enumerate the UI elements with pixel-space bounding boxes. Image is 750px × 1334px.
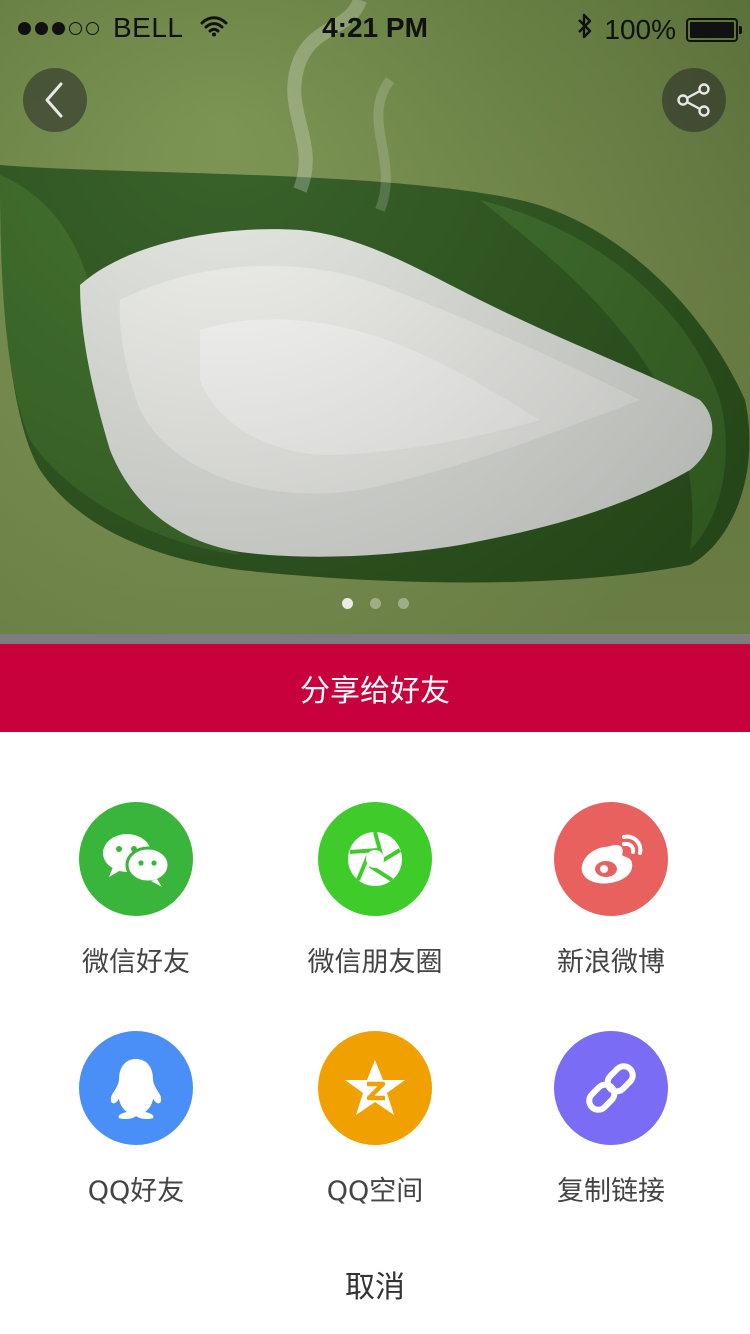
share-qq-friend[interactable]: QQ好友 xyxy=(16,1031,256,1208)
share-item-label: 微信好友 xyxy=(82,947,190,978)
divider xyxy=(0,634,750,644)
weibo-icon xyxy=(554,802,668,916)
moments-icon xyxy=(318,802,432,916)
share-item-label: QQ空间 xyxy=(326,1176,424,1207)
share-wechat-friend[interactable]: 微信好友 xyxy=(16,802,256,979)
carousel-dot[interactable] xyxy=(341,598,353,609)
bluetooth-icon xyxy=(576,12,594,47)
share-item-label: 微信朋友圈 xyxy=(307,947,443,978)
share-item-label: 复制链接 xyxy=(557,1176,665,1207)
share-icon xyxy=(677,83,710,117)
share-item-label: QQ好友 xyxy=(87,1176,185,1207)
hero-image xyxy=(0,0,750,634)
share-item-label: 新浪微博 xyxy=(557,947,665,978)
qzone-icon xyxy=(318,1031,432,1145)
qq-icon xyxy=(79,1031,193,1145)
back-button[interactable] xyxy=(23,68,87,132)
carousel-dot[interactable] xyxy=(397,598,409,609)
share-sina-weibo[interactable]: 新浪微博 xyxy=(491,802,731,979)
share-wechat-moments[interactable]: 微信朋友圈 xyxy=(255,802,495,979)
battery-percentage: 100% xyxy=(604,13,676,45)
link-icon xyxy=(554,1031,668,1145)
share-copy-link[interactable]: 复制链接 xyxy=(491,1031,731,1208)
share-button[interactable] xyxy=(662,68,726,132)
wechat-icon xyxy=(79,802,193,916)
battery-icon xyxy=(686,17,742,42)
carousel-dot[interactable] xyxy=(369,598,381,609)
cancel-button[interactable]: 取消 xyxy=(0,1260,750,1316)
share-qq-zone[interactable]: QQ空间 xyxy=(255,1031,495,1208)
chevron-left-icon xyxy=(45,82,63,118)
carousel-indicator[interactable] xyxy=(0,598,750,609)
battery-fill xyxy=(690,21,734,38)
status-bar: BELL 4:21 PM 100% xyxy=(0,0,750,58)
share-sheet-title: 分享给好友 xyxy=(0,644,750,732)
